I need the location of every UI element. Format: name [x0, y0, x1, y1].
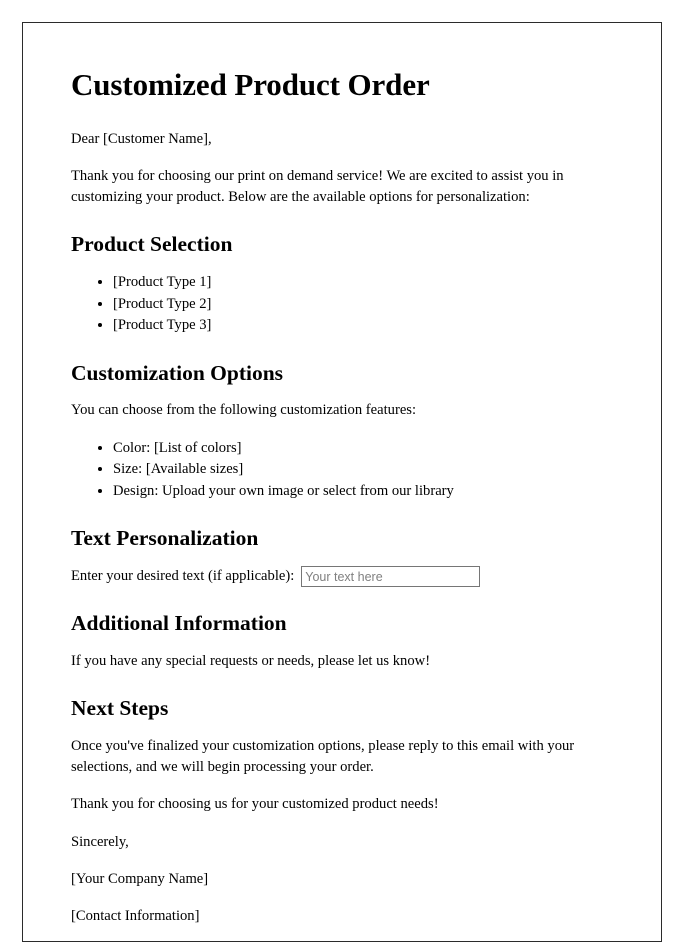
signature-contact-information: [Contact Information]: [71, 907, 200, 924]
additional-information-text: If you have any special requests or need…: [71, 653, 431, 670]
section-heading-customization-options: Customization Options: [71, 360, 284, 385]
thank-you-text: Thank you for choosing us for your custo…: [71, 796, 439, 813]
list-item: [Product Type 1]: [113, 272, 627, 294]
section-heading-text-personalization: Text Personalization: [71, 526, 259, 551]
signature-company-name: [Your Company Name]: [71, 870, 209, 887]
document-page-frame: Customized Product Order Dear [Customer …: [22, 22, 662, 942]
next-steps-text: Once you've finalized your customization…: [71, 738, 575, 776]
page-title: Customized Product Order: [71, 67, 430, 102]
customization-options-list: Color: [List of colors] Size: [Available…: [71, 438, 627, 503]
list-item: [Product Type 2]: [113, 294, 627, 316]
signature-closing: Sincerely,: [71, 833, 129, 850]
section-heading-product-selection: Product Selection: [71, 232, 233, 257]
list-item: Size: [Available sizes]: [113, 459, 627, 481]
document-content: Customized Product Order Dear [Customer …: [71, 67, 627, 943]
personalization-text-input[interactable]: [301, 566, 481, 588]
section-heading-additional-information: Additional Information: [71, 611, 287, 636]
list-item: Design: Upload your own image or select …: [113, 481, 627, 503]
product-selection-list: [Product Type 1] [Product Type 2] [Produ…: [71, 272, 627, 337]
customization-lead-text: You can choose from the following custom…: [71, 402, 417, 419]
intro-paragraph: Thank you for choosing our print on dema…: [71, 167, 564, 205]
salutation-text: Dear [Customer Name],: [71, 130, 212, 147]
section-heading-next-steps: Next Steps: [71, 696, 169, 721]
text-personalization-label: Enter your desired text (if applicable):: [71, 568, 295, 585]
list-item: [Product Type 3]: [113, 315, 627, 337]
list-item: Color: [List of colors]: [113, 438, 627, 460]
text-personalization-field-row: Enter your desired text (if applicable):: [71, 566, 627, 588]
